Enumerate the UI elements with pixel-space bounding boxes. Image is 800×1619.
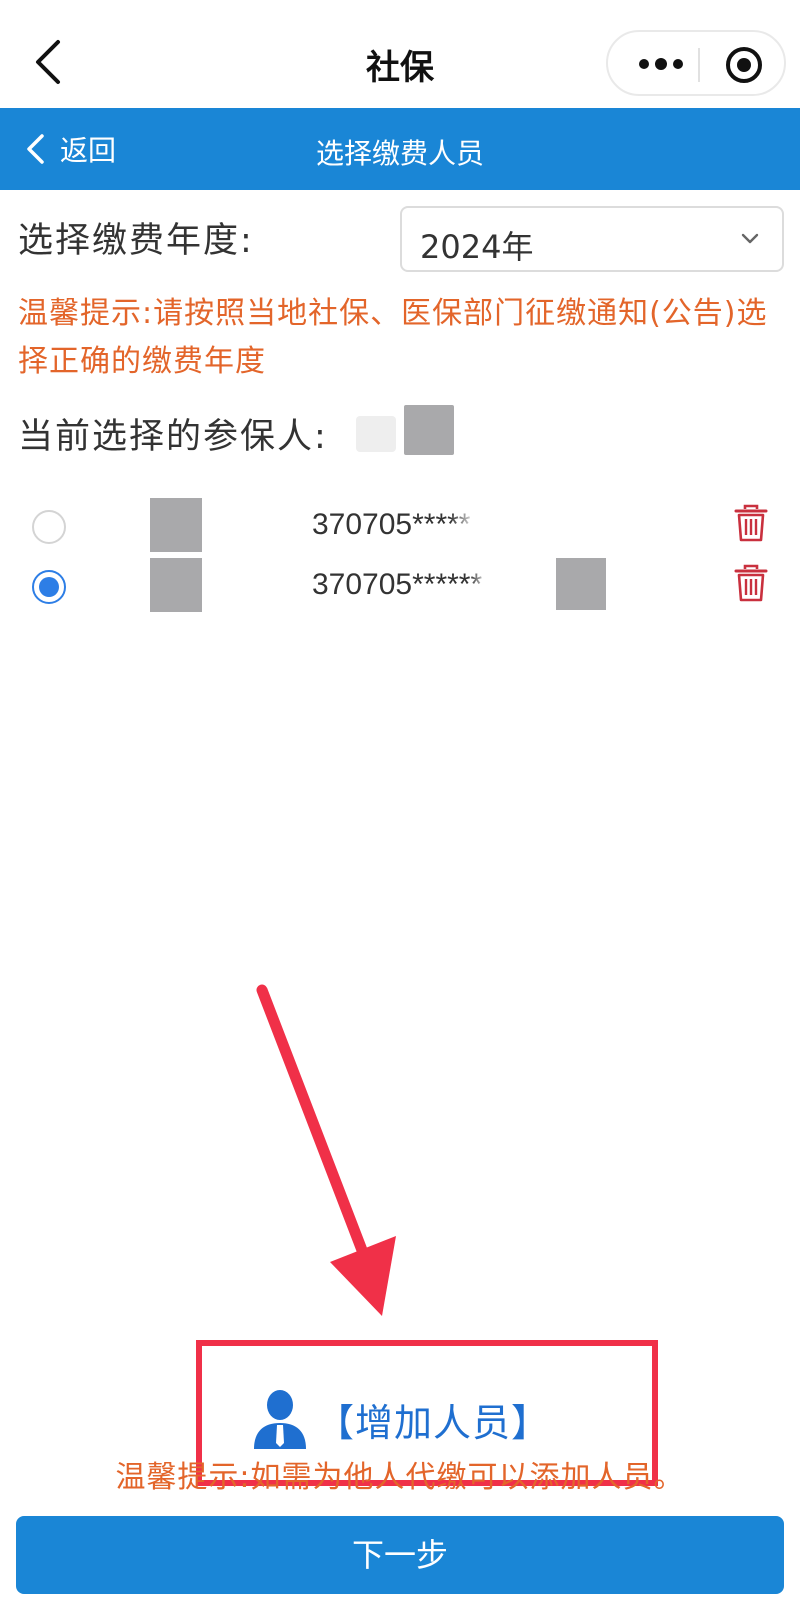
- year-tip: 温馨提示:请按照当地社保、医保部门征缴通知(公告)选择正确的缴费年度: [18, 296, 768, 379]
- person-radio-selected[interactable]: [32, 570, 66, 604]
- person-row[interactable]: 370705******: [0, 558, 800, 618]
- mini-program-bar: 社保: [0, 0, 800, 108]
- more-dots-icon[interactable]: [636, 52, 686, 76]
- person-radio[interactable]: [32, 510, 66, 544]
- page-header: 返回 选择缴费人员: [0, 108, 800, 190]
- person-icon: [254, 1390, 306, 1449]
- redacted-name: [150, 558, 202, 612]
- add-person-tip: 温馨提示:如需为他人代缴可以添加人员。: [115, 1460, 685, 1495]
- redacted-name: [404, 405, 454, 455]
- trash-icon[interactable]: [734, 564, 768, 602]
- capsule-divider: [698, 48, 700, 82]
- add-person-button[interactable]: 【增加人员】: [250, 1384, 550, 1454]
- redaction-blur: [450, 506, 510, 546]
- next-step-button[interactable]: 下一步: [16, 1516, 784, 1594]
- add-person-label: 【增加人员】: [316, 1400, 551, 1445]
- year-selected-value: 2024年: [420, 228, 534, 266]
- redaction-blur: [470, 566, 510, 606]
- redaction-blur: [356, 416, 396, 452]
- year-select[interactable]: 2024年: [400, 206, 784, 272]
- id-number: 370705*****: [312, 508, 471, 541]
- target-circle-icon[interactable]: [724, 45, 764, 85]
- current-insured-label: 当前选择的参保人:: [18, 417, 328, 457]
- year-label: 选择缴费年度:: [18, 221, 254, 261]
- id-number: 370705******: [312, 568, 483, 601]
- redacted-id-part: [556, 558, 606, 610]
- chevron-down-icon: [741, 233, 759, 244]
- page-title: 选择缴费人员: [315, 137, 484, 170]
- trash-icon[interactable]: [734, 504, 768, 542]
- person-row[interactable]: 370705*****: [0, 498, 800, 558]
- capsule-menu: [606, 30, 786, 96]
- redacted-name: [150, 498, 202, 552]
